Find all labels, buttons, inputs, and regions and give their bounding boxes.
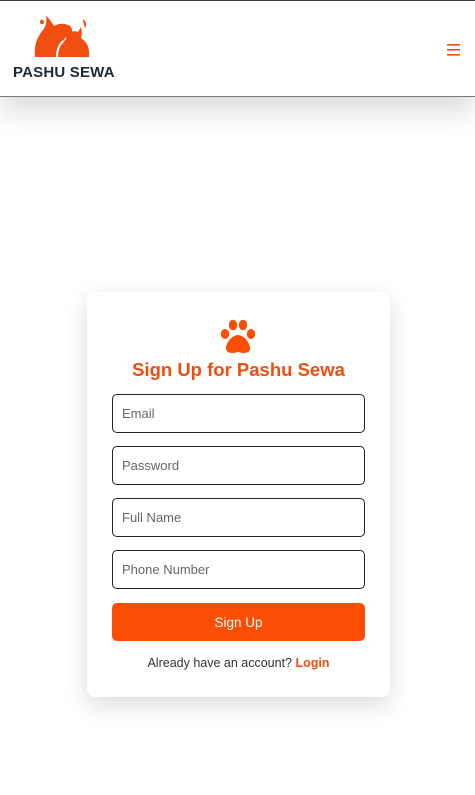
password-field[interactable] <box>112 446 365 485</box>
login-link[interactable]: Login <box>296 656 330 670</box>
email-field[interactable] <box>112 394 365 433</box>
signup-card: Sign Up for Pashu Sewa Sign Up Already h… <box>87 292 390 697</box>
login-prompt-text: Already have an account? <box>147 656 293 670</box>
hamburger-menu-icon <box>447 44 460 56</box>
phone-number-field[interactable] <box>112 550 365 589</box>
brand-name: PASHU SEWA <box>13 64 115 81</box>
hamburger-menu-button[interactable] <box>446 42 462 58</box>
brand[interactable]: PASHU SEWA <box>13 13 123 85</box>
full-name-field[interactable] <box>112 498 365 537</box>
navbar: PASHU SEWA <box>0 0 475 97</box>
paw-icon <box>220 319 256 353</box>
signup-title: Sign Up for Pashu Sewa <box>132 359 345 380</box>
dog-cat-logo-icon <box>34 16 90 58</box>
login-prompt: Already have an account? Login <box>87 656 390 670</box>
sign-up-button[interactable]: Sign Up <box>112 603 365 641</box>
